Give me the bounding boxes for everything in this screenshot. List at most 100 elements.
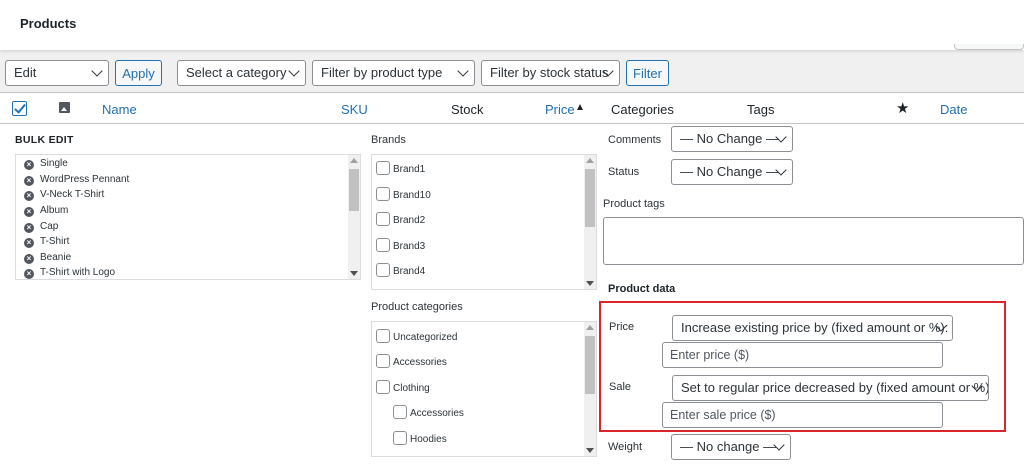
- price-change-value: Increase existing price by (fixed amount…: [681, 320, 949, 335]
- scroll-down-icon[interactable]: [586, 448, 594, 453]
- brand-option[interactable]: Brand3: [376, 238, 425, 252]
- brand-option[interactable]: Brand10: [376, 187, 431, 201]
- bulk-item-label: T-Shirt with Logo: [40, 267, 116, 278]
- scrollbar-thumb[interactable]: [585, 169, 595, 227]
- product-type-filter-select[interactable]: Filter by product type: [312, 60, 475, 86]
- bulk-item-label: V-Neck T-Shirt: [40, 189, 105, 200]
- bulk-item-label: Album: [40, 205, 69, 216]
- category-option[interactable]: Accessories: [376, 354, 447, 368]
- checkbox[interactable]: [376, 354, 390, 368]
- brand-option[interactable]: Brand2: [376, 212, 425, 226]
- bulk-item-label: WordPress Pennant: [40, 174, 130, 185]
- bulk-item: × Cap: [24, 221, 58, 233]
- sale-label: Sale: [609, 381, 632, 393]
- scroll-down-icon[interactable]: [586, 281, 594, 286]
- comments-select[interactable]: — No Change —: [671, 126, 793, 152]
- bulk-item: × Album: [24, 205, 68, 217]
- price-label: Price: [609, 321, 635, 333]
- remove-icon[interactable]: ×: [24, 254, 34, 264]
- column-tags: Tags: [747, 102, 775, 117]
- remove-icon[interactable]: ×: [24, 176, 34, 186]
- price-input[interactable]: Enter price ($): [662, 342, 943, 368]
- scrollbar[interactable]: [584, 322, 596, 456]
- column-date[interactable]: Date: [940, 102, 967, 117]
- category-option[interactable]: Clothing: [376, 380, 430, 394]
- table-header: Name SKU Stock Price Categories Tags ★ D…: [0, 92, 1024, 124]
- category-label: Clothing: [393, 383, 430, 394]
- bulk-action-value: Edit: [14, 65, 37, 80]
- category-option[interactable]: Hoodies: [393, 431, 447, 445]
- remove-icon[interactable]: ×: [24, 238, 34, 248]
- scrollbar-thumb[interactable]: [349, 169, 359, 211]
- scroll-up-icon[interactable]: [586, 158, 594, 163]
- status-value: — No Change —: [680, 164, 779, 179]
- weight-value: — No change —: [680, 439, 777, 454]
- checkbox[interactable]: [376, 187, 390, 201]
- brand-label: Brand10: [393, 190, 431, 201]
- sort-ascending-icon: [577, 104, 583, 110]
- star-icon[interactable]: ★: [896, 99, 909, 117]
- brand-label: Brand2: [393, 215, 426, 226]
- comments-label: Comments: [608, 134, 662, 146]
- category-filter-value: Select a category: [186, 65, 287, 80]
- sale-price-input[interactable]: Enter sale price ($): [662, 402, 943, 428]
- scrollbar[interactable]: [584, 155, 596, 289]
- category-option[interactable]: Uncategorized: [376, 329, 457, 343]
- scrollbar-thumb[interactable]: [585, 336, 595, 394]
- remove-icon[interactable]: ×: [24, 191, 34, 201]
- price-change-select[interactable]: Increase existing price by (fixed amount…: [672, 315, 953, 341]
- scrollbar[interactable]: [348, 155, 360, 279]
- checkbox[interactable]: [393, 431, 407, 445]
- bulk-item-label: Single: [40, 158, 68, 169]
- weight-select[interactable]: — No change —: [671, 434, 791, 460]
- top-bar: Products: [0, 0, 1024, 50]
- scroll-up-icon[interactable]: [586, 325, 594, 330]
- category-label: Uncategorized: [393, 332, 458, 343]
- chevron-down-icon: [288, 65, 300, 77]
- page-title: Products: [20, 16, 77, 31]
- product-data-title: Product data: [608, 283, 676, 295]
- column-price[interactable]: Price: [545, 102, 575, 117]
- remove-icon[interactable]: ×: [24, 160, 34, 170]
- checkbox[interactable]: [393, 405, 407, 419]
- sale-change-select[interactable]: Set to regular price decreased by (fixed…: [672, 375, 989, 401]
- sale-change-value: Set to regular price decreased by (fixed…: [681, 380, 989, 395]
- column-sku[interactable]: SKU: [341, 102, 368, 117]
- category-label: Hoodies: [410, 434, 447, 445]
- bulk-action-select[interactable]: Edit: [5, 60, 109, 86]
- checkbox[interactable]: [376, 329, 390, 343]
- bulk-item-label: Cap: [40, 221, 59, 232]
- filter-button[interactable]: Filter: [626, 60, 669, 86]
- stock-status-filter-value: Filter by stock status: [490, 65, 609, 80]
- checkbox[interactable]: [376, 263, 390, 277]
- select-all-checkbox[interactable]: [12, 101, 27, 116]
- brands-label: Brands: [371, 134, 406, 146]
- bulk-item: × WordPress Pennant: [24, 174, 129, 186]
- column-name[interactable]: Name: [102, 102, 137, 117]
- checkbox[interactable]: [376, 212, 390, 226]
- remove-icon[interactable]: ×: [24, 223, 34, 233]
- remove-icon[interactable]: ×: [24, 269, 34, 279]
- screen-options-tab[interactable]: [954, 44, 1024, 50]
- brand-option[interactable]: Brand1: [376, 161, 425, 175]
- category-filter-select[interactable]: Select a category: [177, 60, 306, 86]
- bulk-item: × Single: [24, 158, 68, 170]
- product-categories-label: Product categories: [371, 301, 463, 313]
- brand-option[interactable]: Brand4: [376, 263, 425, 277]
- status-select[interactable]: — No Change —: [671, 159, 793, 185]
- scroll-up-icon[interactable]: [350, 158, 358, 163]
- product-tags-textarea[interactable]: [603, 217, 1024, 265]
- comments-value: — No Change —: [680, 131, 779, 146]
- checkbox[interactable]: [376, 380, 390, 394]
- bulk-edit-product-list: × Single × WordPress Pennant × V-Neck T-Shi…: [15, 154, 361, 280]
- checkbox[interactable]: [376, 161, 390, 175]
- bulk-edit-title: BULK EDIT: [15, 134, 74, 146]
- image-icon: [59, 102, 70, 113]
- checkbox[interactable]: [376, 238, 390, 252]
- category-option[interactable]: Accessories: [393, 405, 464, 419]
- remove-icon[interactable]: ×: [24, 207, 34, 217]
- apply-button[interactable]: Apply: [115, 60, 162, 86]
- scroll-down-icon[interactable]: [350, 271, 358, 276]
- stock-status-filter-select[interactable]: Filter by stock status: [481, 60, 620, 86]
- category-label: Accessories: [393, 357, 447, 368]
